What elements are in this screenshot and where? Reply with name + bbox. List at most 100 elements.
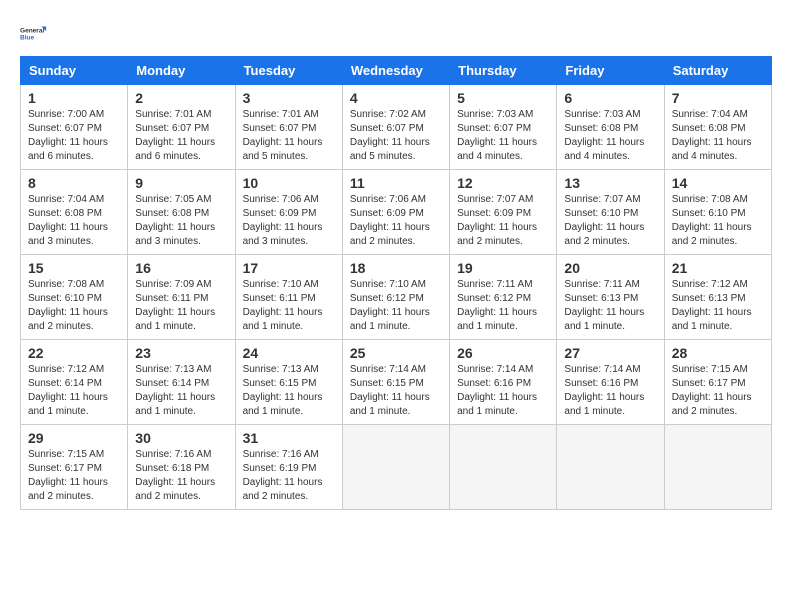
- day-info: Sunrise: 7:07 AM Sunset: 6:10 PM Dayligh…: [564, 193, 656, 249]
- calendar-cell: 22 Sunrise: 7:12 AM Sunset: 6:14 PM Dayli…: [21, 340, 128, 425]
- calendar-cell: 9 Sunrise: 7:05 AM Sunset: 6:08 PM Daylig…: [128, 170, 235, 255]
- calendar-cell: 21Sunrise: 7:12 AM Sunset: 6:13 PM Dayli…: [664, 255, 771, 340]
- logo: GeneralBlue: [20, 20, 48, 48]
- day-number: 11: [350, 175, 442, 191]
- day-number: 6: [564, 90, 656, 106]
- header-tuesday: Tuesday: [235, 57, 342, 85]
- calendar-cell: 28 Sunrise: 7:15 AM Sunset: 6:17 PM Dayli…: [664, 340, 771, 425]
- calendar-cell: 6Sunrise: 7:03 AM Sunset: 6:08 PM Daylig…: [557, 85, 664, 170]
- day-info: Sunrise: 7:12 AM Sunset: 6:14 PM Dayligh…: [28, 363, 120, 419]
- day-number: 20: [564, 260, 656, 276]
- calendar-week-3: 15 Sunrise: 7:08 AM Sunset: 6:10 PM Dayli…: [21, 255, 772, 340]
- day-number: 19: [457, 260, 549, 276]
- day-number: 23: [135, 345, 227, 361]
- day-number: 9: [135, 175, 227, 191]
- calendar-cell: 23 Sunrise: 7:13 AM Sunset: 6:14 PM Dayli…: [128, 340, 235, 425]
- calendar-cell: 2 Sunrise: 7:01 AM Sunset: 6:07 PM Daylig…: [128, 85, 235, 170]
- calendar-cell: 16 Sunrise: 7:09 AM Sunset: 6:11 PM Dayli…: [128, 255, 235, 340]
- day-number: 17: [243, 260, 335, 276]
- day-info: Sunrise: 7:01 AM Sunset: 6:07 PM Dayligh…: [243, 108, 335, 164]
- day-info: Sunrise: 7:16 AM Sunset: 6:18 PM Dayligh…: [135, 448, 227, 504]
- calendar-cell: 8 Sunrise: 7:04 AM Sunset: 6:08 PM Daylig…: [21, 170, 128, 255]
- calendar-week-2: 8 Sunrise: 7:04 AM Sunset: 6:08 PM Daylig…: [21, 170, 772, 255]
- day-info: Sunrise: 7:03 AM Sunset: 6:07 PM Dayligh…: [457, 108, 549, 164]
- day-info: Sunrise: 7:15 AM Sunset: 6:17 PM Dayligh…: [28, 448, 120, 504]
- day-number: 15: [28, 260, 120, 276]
- day-number: 2: [135, 90, 227, 106]
- calendar-table: SundayMondayTuesdayWednesdayThursdayFrid…: [20, 56, 772, 510]
- header-thursday: Thursday: [450, 57, 557, 85]
- page-header: GeneralBlue: [20, 20, 772, 48]
- calendar-week-4: 22 Sunrise: 7:12 AM Sunset: 6:14 PM Dayli…: [21, 340, 772, 425]
- calendar-week-1: 1 Sunrise: 7:00 AM Sunset: 6:07 PM Daylig…: [21, 85, 772, 170]
- day-info: Sunrise: 7:12 AM Sunset: 6:13 PM Dayligh…: [672, 278, 764, 334]
- day-number: 14: [672, 175, 764, 191]
- day-number: 16: [135, 260, 227, 276]
- day-info: Sunrise: 7:14 AM Sunset: 6:15 PM Dayligh…: [350, 363, 442, 419]
- calendar-cell: [557, 425, 664, 510]
- day-info: Sunrise: 7:05 AM Sunset: 6:08 PM Dayligh…: [135, 193, 227, 249]
- calendar-cell: 7Sunrise: 7:04 AM Sunset: 6:08 PM Daylig…: [664, 85, 771, 170]
- day-info: Sunrise: 7:10 AM Sunset: 6:12 PM Dayligh…: [350, 278, 442, 334]
- calendar-cell: 11 Sunrise: 7:06 AM Sunset: 6:09 PM Dayli…: [342, 170, 449, 255]
- header-monday: Monday: [128, 57, 235, 85]
- day-number: 26: [457, 345, 549, 361]
- day-number: 3: [243, 90, 335, 106]
- day-info: Sunrise: 7:09 AM Sunset: 6:11 PM Dayligh…: [135, 278, 227, 334]
- day-number: 27: [564, 345, 656, 361]
- day-number: 8: [28, 175, 120, 191]
- day-info: Sunrise: 7:15 AM Sunset: 6:17 PM Dayligh…: [672, 363, 764, 419]
- calendar-cell: 29 Sunrise: 7:15 AM Sunset: 6:17 PM Dayli…: [21, 425, 128, 510]
- calendar-week-5: 29 Sunrise: 7:15 AM Sunset: 6:17 PM Dayli…: [21, 425, 772, 510]
- day-info: Sunrise: 7:14 AM Sunset: 6:16 PM Dayligh…: [457, 363, 549, 419]
- calendar-cell: 25Sunrise: 7:14 AM Sunset: 6:15 PM Dayli…: [342, 340, 449, 425]
- calendar-cell: 15 Sunrise: 7:08 AM Sunset: 6:10 PM Dayli…: [21, 255, 128, 340]
- calendar-cell: 1 Sunrise: 7:00 AM Sunset: 6:07 PM Daylig…: [21, 85, 128, 170]
- calendar-cell: [342, 425, 449, 510]
- calendar-cell: 24 Sunrise: 7:13 AM Sunset: 6:15 PM Dayli…: [235, 340, 342, 425]
- day-info: Sunrise: 7:06 AM Sunset: 6:09 PM Dayligh…: [243, 193, 335, 249]
- calendar-cell: 14 Sunrise: 7:08 AM Sunset: 6:10 PM Dayli…: [664, 170, 771, 255]
- day-number: 13: [564, 175, 656, 191]
- calendar-cell: 20 Sunrise: 7:11 AM Sunset: 6:13 PM Dayli…: [557, 255, 664, 340]
- day-info: Sunrise: 7:00 AM Sunset: 6:07 PM Dayligh…: [28, 108, 120, 164]
- calendar-cell: 5 Sunrise: 7:03 AM Sunset: 6:07 PM Daylig…: [450, 85, 557, 170]
- calendar-cell: 27 Sunrise: 7:14 AM Sunset: 6:16 PM Dayli…: [557, 340, 664, 425]
- day-info: Sunrise: 7:04 AM Sunset: 6:08 PM Dayligh…: [672, 108, 764, 164]
- day-info: Sunrise: 7:04 AM Sunset: 6:08 PM Dayligh…: [28, 193, 120, 249]
- calendar-cell: 18Sunrise: 7:10 AM Sunset: 6:12 PM Dayli…: [342, 255, 449, 340]
- header-saturday: Saturday: [664, 57, 771, 85]
- day-number: 28: [672, 345, 764, 361]
- svg-text:General: General: [20, 28, 44, 35]
- day-info: Sunrise: 7:06 AM Sunset: 6:09 PM Dayligh…: [350, 193, 442, 249]
- day-info: Sunrise: 7:07 AM Sunset: 6:09 PM Dayligh…: [457, 193, 549, 249]
- day-number: 5: [457, 90, 549, 106]
- calendar-cell: 26 Sunrise: 7:14 AM Sunset: 6:16 PM Dayli…: [450, 340, 557, 425]
- day-number: 31: [243, 430, 335, 446]
- header-sunday: Sunday: [21, 57, 128, 85]
- day-info: Sunrise: 7:16 AM Sunset: 6:19 PM Dayligh…: [243, 448, 335, 504]
- logo-icon: GeneralBlue: [20, 20, 48, 48]
- day-number: 22: [28, 345, 120, 361]
- calendar-cell: 17Sunrise: 7:10 AM Sunset: 6:11 PM Dayli…: [235, 255, 342, 340]
- day-info: Sunrise: 7:01 AM Sunset: 6:07 PM Dayligh…: [135, 108, 227, 164]
- day-number: 30: [135, 430, 227, 446]
- calendar-header-row: SundayMondayTuesdayWednesdayThursdayFrid…: [21, 57, 772, 85]
- day-info: Sunrise: 7:13 AM Sunset: 6:15 PM Dayligh…: [243, 363, 335, 419]
- calendar-cell: 10Sunrise: 7:06 AM Sunset: 6:09 PM Dayli…: [235, 170, 342, 255]
- day-info: Sunrise: 7:14 AM Sunset: 6:16 PM Dayligh…: [564, 363, 656, 419]
- day-info: Sunrise: 7:08 AM Sunset: 6:10 PM Dayligh…: [28, 278, 120, 334]
- day-info: Sunrise: 7:13 AM Sunset: 6:14 PM Dayligh…: [135, 363, 227, 419]
- day-info: Sunrise: 7:11 AM Sunset: 6:12 PM Dayligh…: [457, 278, 549, 334]
- day-info: Sunrise: 7:08 AM Sunset: 6:10 PM Dayligh…: [672, 193, 764, 249]
- svg-text:Blue: Blue: [20, 35, 34, 42]
- day-number: 29: [28, 430, 120, 446]
- day-number: 1: [28, 90, 120, 106]
- calendar-cell: [450, 425, 557, 510]
- day-info: Sunrise: 7:11 AM Sunset: 6:13 PM Dayligh…: [564, 278, 656, 334]
- header-wednesday: Wednesday: [342, 57, 449, 85]
- day-number: 24: [243, 345, 335, 361]
- calendar-cell: 30 Sunrise: 7:16 AM Sunset: 6:18 PM Dayli…: [128, 425, 235, 510]
- calendar-cell: 31 Sunrise: 7:16 AM Sunset: 6:19 PM Dayli…: [235, 425, 342, 510]
- calendar-cell: 13 Sunrise: 7:07 AM Sunset: 6:10 PM Dayli…: [557, 170, 664, 255]
